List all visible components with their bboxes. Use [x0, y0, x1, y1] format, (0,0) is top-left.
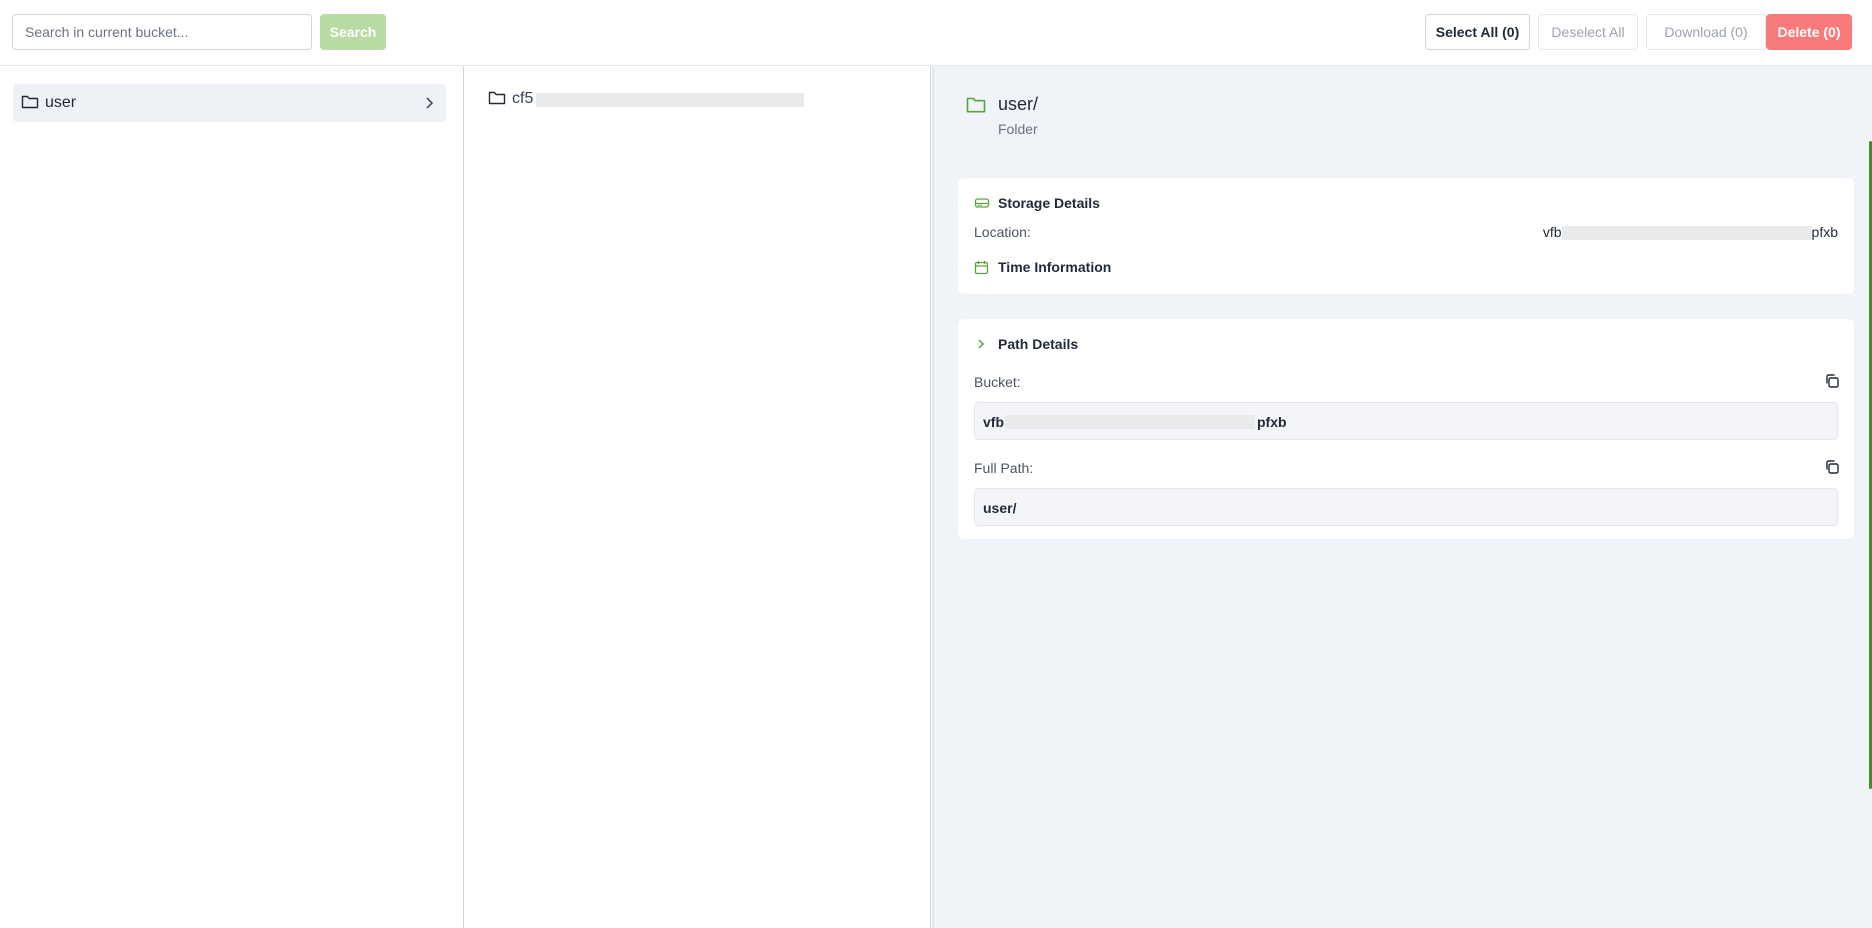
- redacted-text: [536, 93, 804, 107]
- location-suffix: pfxb: [1811, 224, 1838, 240]
- detail-panel: user/ Folder Storage Details Location: v…: [932, 66, 1872, 928]
- storage-details-card: Storage Details Location: vfb pfxb Time I…: [958, 178, 1854, 294]
- location-value: vfb pfxb: [1542, 224, 1838, 241]
- time-information-heading: Time Information: [998, 259, 1112, 275]
- hard-drive-icon: [974, 196, 990, 215]
- select-all-button[interactable]: Select All (0): [1425, 14, 1530, 50]
- folder-tree-column: user: [0, 66, 464, 928]
- deselect-all-button[interactable]: Deselect All: [1538, 14, 1638, 50]
- location-label: Location:: [974, 224, 1031, 240]
- folder-icon: [966, 96, 986, 119]
- tree-item-user[interactable]: user: [13, 84, 446, 122]
- folder-icon: [21, 94, 39, 115]
- download-button[interactable]: Download (0): [1646, 14, 1766, 50]
- item-type: Folder: [998, 121, 1038, 137]
- chevron-right-icon: [424, 96, 434, 115]
- calendar-icon: [974, 260, 989, 280]
- redacted-text: [1005, 415, 1255, 429]
- full-path-value: user/: [983, 500, 1017, 516]
- full-path-label: Full Path:: [974, 460, 1034, 476]
- search-input[interactable]: [12, 14, 312, 50]
- bucket-prefix: vfb: [983, 414, 1004, 430]
- location-prefix: vfb: [1542, 224, 1562, 240]
- copy-icon[interactable]: [1824, 459, 1840, 480]
- chevron-right-icon[interactable]: [974, 337, 988, 356]
- path-details-card: Path Details Bucket: vfb pfxb Full Path:…: [958, 319, 1854, 539]
- redacted-text: [1561, 226, 1812, 241]
- copy-icon[interactable]: [1824, 373, 1840, 394]
- list-item[interactable]: cf5: [488, 90, 908, 118]
- toolbar: Search Select All (0) Deselect All Downl…: [0, 0, 1872, 66]
- page-title: user/: [998, 94, 1039, 114]
- bucket-suffix: pfxb: [1257, 414, 1287, 430]
- path-details-heading[interactable]: Path Details: [998, 336, 1078, 352]
- bucket-field[interactable]: vfb pfxb: [974, 402, 1838, 440]
- folder-icon: [488, 90, 506, 111]
- bucket-label: Bucket:: [974, 374, 1021, 390]
- full-path-field[interactable]: user/: [974, 488, 1838, 526]
- folder-contents-column: cf5: [464, 66, 931, 928]
- storage-details-heading: Storage Details: [998, 195, 1100, 211]
- delete-button[interactable]: Delete (0): [1766, 14, 1852, 50]
- list-item-label: cf5: [512, 90, 534, 107]
- tree-item-label: user: [45, 94, 77, 111]
- search-button[interactable]: Search: [320, 14, 386, 50]
